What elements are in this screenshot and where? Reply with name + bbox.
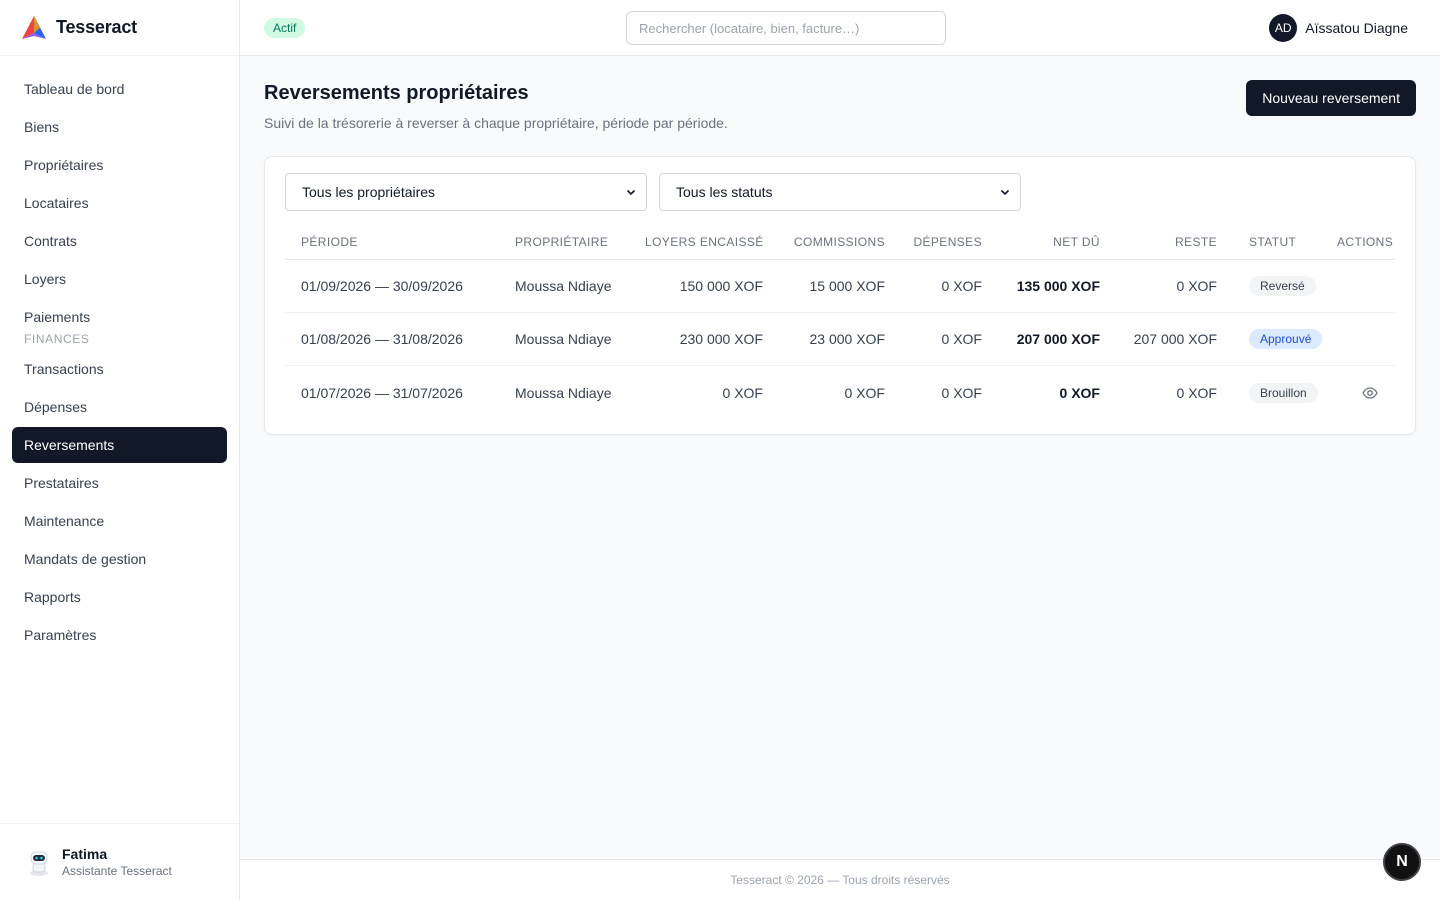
eye-icon[interactable]: [1362, 385, 1378, 401]
cell-net: 135 000 XOF: [1016, 278, 1100, 294]
cell-period: 01/07/2026 — 31/07/2026: [301, 384, 463, 401]
tesseract-logo-icon: [22, 15, 46, 39]
assistant-name: Fatima: [62, 846, 108, 862]
sidebar-item-expenses[interactable]: Dépenses: [12, 389, 227, 425]
assistant-card[interactable]: Fatima Assistante Tesseract: [0, 823, 239, 900]
cell-commissions: 15 000 XOF: [809, 278, 886, 294]
cell-rest: 207 000 XOF: [1133, 331, 1217, 347]
sidebar: Tesseract Tableau de bord Biens Propriét…: [0, 0, 240, 900]
col-net[interactable]: NET DÛ: [982, 235, 1100, 249]
payouts-card: Tous les propriétaires Tous les statuts …: [264, 156, 1416, 435]
brand[interactable]: Tesseract: [0, 0, 239, 56]
sidebar-item-dashboard[interactable]: Tableau de bord: [12, 71, 227, 107]
col-rent[interactable]: LOYERS ENCAISSÉS: [645, 235, 763, 249]
cell-rent: 0 XOF: [722, 384, 763, 401]
col-commissions[interactable]: COMMISSIONS: [763, 235, 885, 249]
cell-net: 207 000 XOF: [1016, 331, 1100, 347]
user-name: Aïssatou Diagne: [1305, 20, 1408, 36]
new-payout-button[interactable]: Nouveau reversement: [1246, 80, 1416, 116]
status-badge: Brouillon: [1249, 382, 1318, 403]
topbar: Actif AD Aïssatou Diagne: [240, 0, 1440, 56]
cell-expenses: 0 XOF: [941, 331, 982, 347]
cell-expenses: 0 XOF: [941, 384, 982, 401]
status-filter-select[interactable]: Tous les statuts: [659, 173, 1021, 211]
sidebar-item-owners[interactable]: Propriétaires: [12, 147, 227, 183]
page-subtitle: Suivi de la trésorerie à reverser à chaq…: [264, 115, 728, 131]
table-row[interactable]: 01/07/2026 — 31/07/2026 Moussa Ndiaye 0 …: [285, 366, 1395, 419]
sidebar-item-providers[interactable]: Prestataires: [12, 465, 227, 501]
col-status[interactable]: STATUT: [1217, 235, 1337, 249]
cell-rent: 230 000 XOF: [679, 331, 763, 347]
brand-name: Tesseract: [56, 17, 137, 37]
chevron-down-icon: [626, 189, 636, 196]
table-row[interactable]: 01/08/2026 — 31/08/2026 Moussa Ndiaye 23…: [285, 313, 1395, 366]
col-actions: ACTIONS: [1337, 235, 1394, 249]
col-owner[interactable]: PROPRIÉTAIRE: [515, 235, 645, 249]
cell-commissions: 23 000 XOF: [809, 331, 886, 347]
page-title: Reversements propriétaires: [264, 82, 529, 104]
col-period[interactable]: PÉRIODE: [285, 235, 515, 249]
cell-period: 01/08/2026 — 31/08/2026: [301, 331, 463, 347]
sidebar-section-finances: FINANCES: [24, 332, 90, 346]
sidebar-item-rents[interactable]: Loyers: [12, 261, 227, 297]
footer: Tesseract © 2026 — Tous droits réservés: [240, 859, 1440, 900]
sidebar-item-contracts[interactable]: Contrats: [12, 223, 227, 259]
chevron-down-icon: [1000, 189, 1010, 196]
cell-actions: [1337, 384, 1395, 401]
cell-expenses: 0 XOF: [941, 278, 982, 294]
sidebar-item-maintenance[interactable]: Maintenance: [12, 503, 227, 539]
filters: Tous les propriétaires Tous les statuts: [285, 173, 1021, 211]
main-content: Reversements propriétaires Suivi de la t…: [240, 56, 1440, 859]
status-filter-value: Tous les statuts: [676, 184, 773, 200]
robot-icon: [30, 851, 48, 876]
sidebar-item-settings[interactable]: Paramètres: [12, 617, 227, 653]
col-expenses[interactable]: DÉPENSES: [885, 235, 982, 249]
sidebar-item-properties[interactable]: Biens: [12, 109, 227, 145]
table-header: PÉRIODE PROPRIÉTAIRE LOYERS ENCAISSÉS CO…: [285, 225, 1395, 260]
cell-net: 0 XOF: [1059, 384, 1100, 401]
user-menu[interactable]: AD Aïssatou Diagne: [1269, 14, 1408, 42]
sidebar-item-transactions[interactable]: Transactions: [12, 351, 227, 387]
col-rest[interactable]: RESTE: [1100, 235, 1217, 249]
cell-owner: Moussa Ndiaye: [515, 331, 612, 347]
sidebar-nav: Tableau de bord Biens Propriétaires Loca…: [0, 56, 239, 653]
payouts-table: PÉRIODE PROPRIÉTAIRE LOYERS ENCAISSÉS CO…: [285, 225, 1395, 419]
assistant-role: Assistante Tesseract: [62, 864, 172, 878]
status-badge: Approuvé: [1249, 329, 1323, 349]
sidebar-item-mandates[interactable]: Mandats de gestion: [12, 541, 227, 577]
dev-tools-badge[interactable]: N: [1383, 843, 1421, 881]
status-badge: Reversé: [1249, 276, 1316, 296]
cell-commissions: 0 XOF: [844, 384, 885, 401]
avatar: AD: [1269, 14, 1298, 42]
cell-owner: Moussa Ndiaye: [515, 278, 612, 294]
sidebar-item-tenants[interactable]: Locataires: [12, 185, 227, 221]
sidebar-item-payouts[interactable]: Reversements: [12, 427, 227, 463]
status-badge: Actif: [264, 18, 306, 38]
search-input[interactable]: [626, 11, 946, 45]
sidebar-item-reports[interactable]: Rapports: [12, 579, 227, 615]
cell-rest: 0 XOF: [1176, 384, 1217, 401]
cell-rest: 0 XOF: [1176, 278, 1217, 294]
table-row[interactable]: 01/09/2026 — 30/09/2026 Moussa Ndiaye 15…: [285, 260, 1395, 313]
cell-owner: Moussa Ndiaye: [515, 384, 612, 401]
cell-rent: 150 000 XOF: [679, 278, 763, 294]
cell-period: 01/09/2026 — 30/09/2026: [301, 278, 463, 294]
owner-filter-value: Tous les propriétaires: [302, 184, 436, 200]
owner-filter-select[interactable]: Tous les propriétaires: [285, 173, 647, 211]
